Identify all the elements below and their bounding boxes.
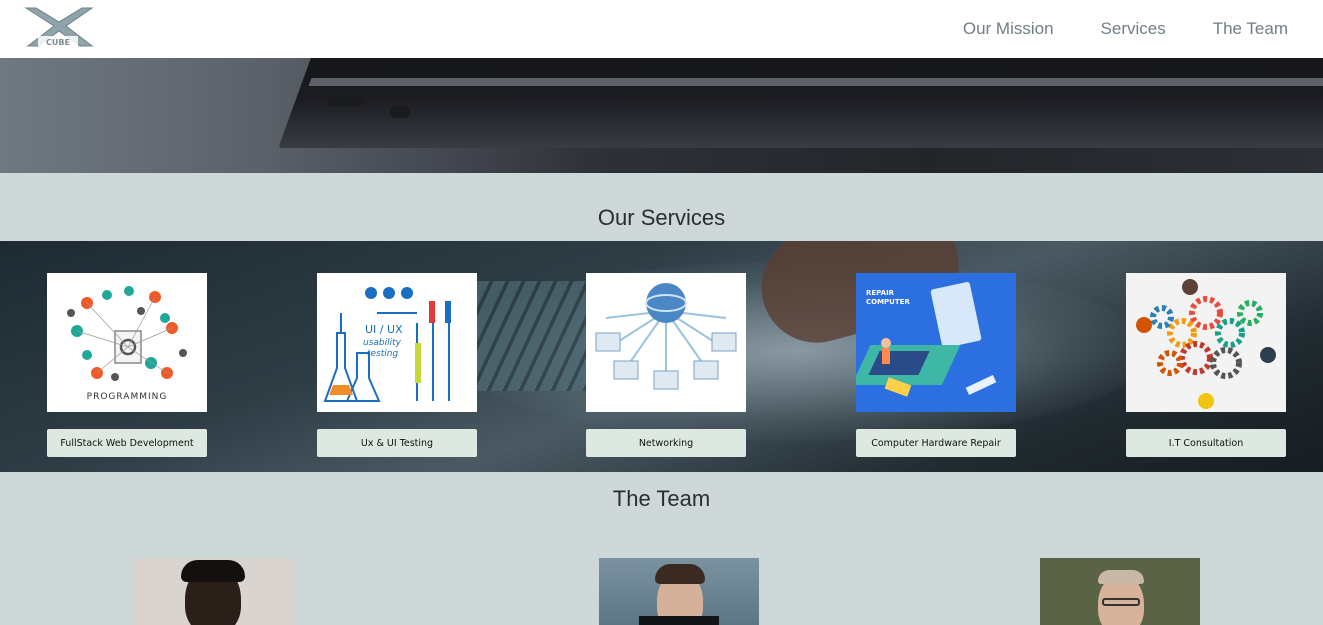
service-button-ux-testing[interactable]: Ux & UI Testing xyxy=(317,429,477,457)
svg-text:CUBE: CUBE xyxy=(46,38,70,47)
svg-text:COMPUTER: COMPUTER xyxy=(866,298,910,306)
svg-text:testing: testing xyxy=(367,349,398,359)
consultation-gears-illustration-icon xyxy=(1126,273,1286,412)
service-card-networking: Networking xyxy=(586,273,746,457)
svg-text:UI / UX: UI / UX xyxy=(365,323,403,336)
team-member-photo-2 xyxy=(599,558,759,625)
hero-laptop-image xyxy=(0,58,1323,173)
service-card-ux-testing: UI / UX usability testing Ux & UI Testin… xyxy=(317,273,477,457)
team-section-title: The Team xyxy=(612,486,711,511)
service-card-hardware-repair: REPAIR COMPUTER Computer Hardware Repair xyxy=(856,273,1016,457)
nav-links: Our Mission Services The Team xyxy=(963,0,1288,58)
hardware-repair-illustration-icon: REPAIR COMPUTER xyxy=(856,273,1016,412)
xcube-logo[interactable]: CUBE xyxy=(24,6,94,48)
nav-link-the-team[interactable]: The Team xyxy=(1213,19,1288,39)
nav-link-our-mission[interactable]: Our Mission xyxy=(963,19,1054,39)
service-button-it-consultation[interactable]: I.T Consultation xyxy=(1126,429,1286,457)
team-member-photo-1 xyxy=(133,558,293,625)
service-button-fullstack[interactable]: FullStack Web Development xyxy=(47,429,207,457)
service-card-fullstack: PROGRAMMING FullStack Web Development xyxy=(47,273,207,457)
services-band: PROGRAMMING FullStack Web Development UI… xyxy=(0,241,1323,472)
service-button-networking[interactable]: Networking xyxy=(586,429,746,457)
svg-text:REPAIR: REPAIR xyxy=(866,289,895,297)
service-card-it-consultation: I.T Consultation xyxy=(1126,273,1286,457)
programming-illustration-icon: PROGRAMMING xyxy=(47,273,207,412)
svg-text:usability: usability xyxy=(363,338,402,348)
team-member-photo-3 xyxy=(1040,558,1200,625)
nav-link-services[interactable]: Services xyxy=(1101,19,1166,39)
ux-testing-illustration-icon: UI / UX usability testing xyxy=(317,273,477,412)
network-illustration-icon xyxy=(586,273,746,412)
service-image-caption: PROGRAMMING xyxy=(86,392,168,402)
service-button-hardware-repair[interactable]: Computer Hardware Repair xyxy=(856,429,1016,457)
navbar: CUBE Our Mission Services The Team xyxy=(0,0,1323,58)
services-section-title: Our Services xyxy=(597,205,726,230)
